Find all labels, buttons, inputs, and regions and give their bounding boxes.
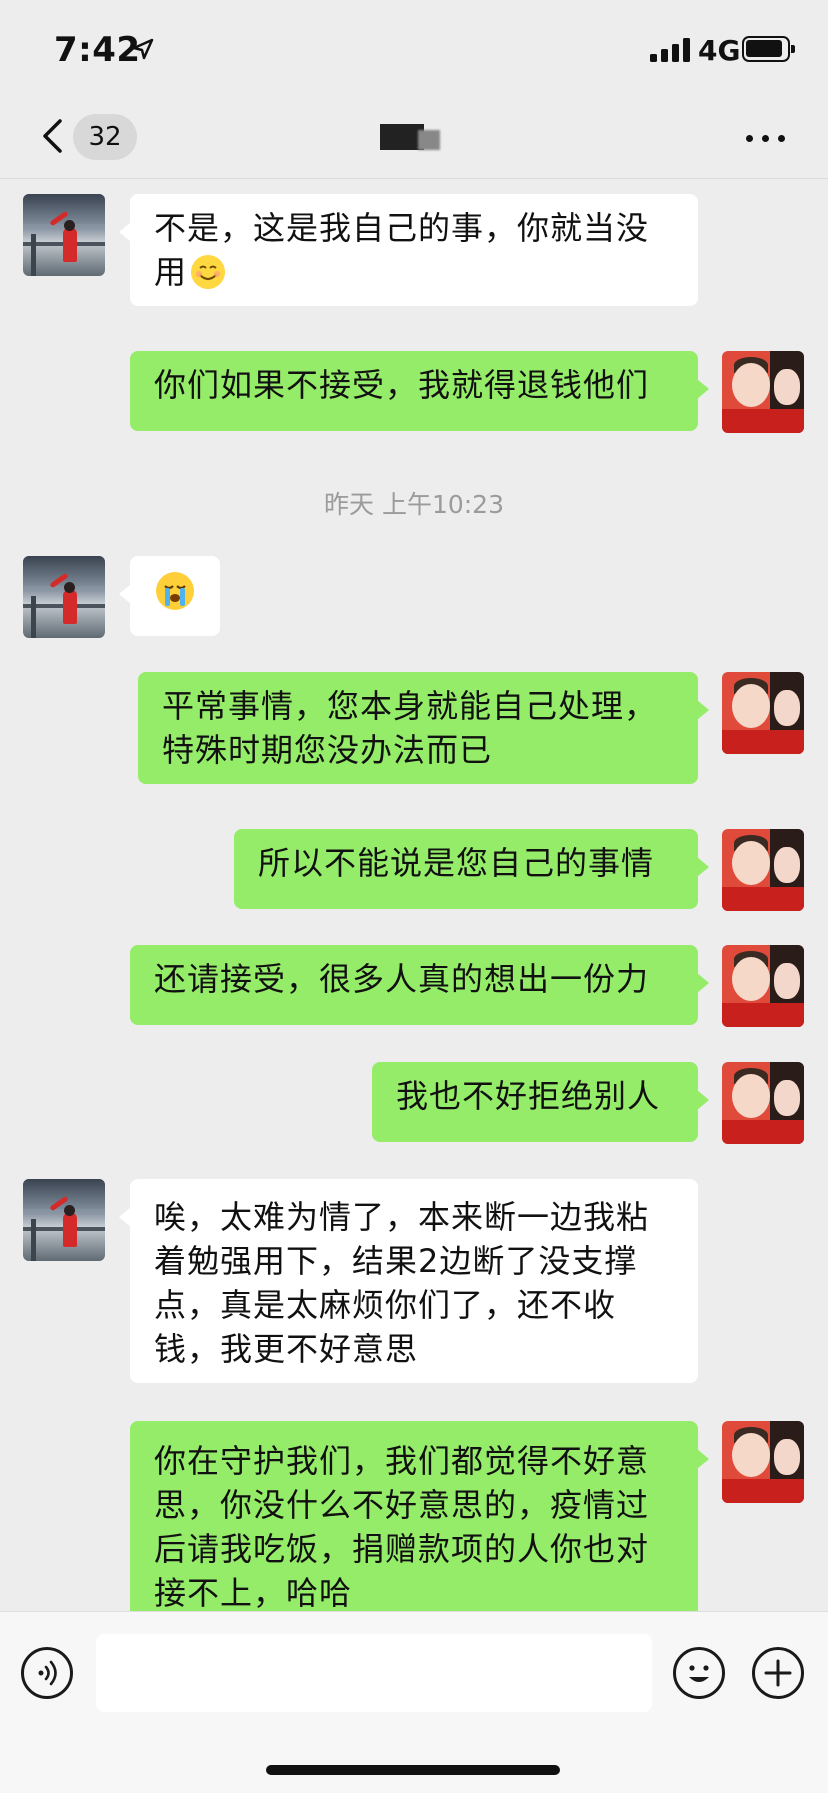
message-text: 所以不能说是您自己的事情 (258, 844, 655, 882)
contact-avatar[interactable] (23, 556, 105, 638)
message-list[interactable]: 不是，这是我自己的事，你就当没用 你们如果不接受，我就得退钱他们 昨天 上午10… (0, 179, 828, 1611)
message-text: 还请接受，很多人真的想出一份力 (154, 960, 650, 998)
smile-emoji-icon (191, 255, 226, 289)
emoji-button[interactable] (673, 1647, 725, 1699)
outgoing-message[interactable]: 我也不好拒绝别人 (372, 1062, 709, 1142)
contact-avatar[interactable] (23, 1179, 105, 1261)
status-bar: 7:42 4G (0, 0, 828, 100)
back-button[interactable]: 32 (30, 108, 140, 164)
network-type: 4G (698, 34, 741, 67)
plus-icon (764, 1659, 792, 1687)
outgoing-message[interactable]: 你们如果不接受，我就得退钱他们 (130, 351, 709, 431)
my-avatar[interactable] (722, 1421, 804, 1503)
home-indicator[interactable] (266, 1765, 560, 1775)
chat-header: 32 (0, 100, 828, 179)
contact-avatar[interactable] (23, 194, 105, 276)
message-text: 唉，太难为情了，本来断一边我粘着勉强用下，结果2边断了没支撑点，真是太麻烦你们了… (154, 1198, 650, 1368)
voice-input-button[interactable] (21, 1647, 73, 1699)
my-avatar[interactable] (722, 1062, 804, 1144)
voice-icon (38, 1660, 57, 1686)
message-text: 不是，这是我自己的事，你就当没用 (154, 209, 650, 291)
censored-contact-name (380, 120, 444, 154)
crying-emoji-icon (156, 572, 194, 610)
message-text: 你们如果不接受，我就得退钱他们 (154, 366, 650, 404)
incoming-message[interactable]: 不是，这是我自己的事，你就当没用 (119, 194, 698, 306)
incoming-message[interactable]: 唉，太难为情了，本来断一边我粘着勉强用下，结果2边断了没支撑点，真是太麻烦你们了… (119, 1179, 698, 1383)
outgoing-message[interactable]: 平常事情，您本身就能自己处理，特殊时期您没办法而已 (138, 672, 709, 784)
more-options-button[interactable] (742, 120, 790, 156)
message-timestamp: 昨天 上午10:23 (324, 490, 504, 519)
outgoing-message[interactable]: 你在守护我们，我们都觉得不好意思，你没什么不好意思的，疫情过后请我吃饭，捐赠款项… (130, 1421, 709, 1611)
location-arrow-icon (132, 38, 154, 60)
my-avatar[interactable] (722, 945, 804, 1027)
battery-icon (742, 36, 795, 62)
my-avatar[interactable] (722, 829, 804, 911)
outgoing-message[interactable]: 还请接受，很多人真的想出一份力 (130, 945, 709, 1025)
outgoing-message[interactable]: 所以不能说是您自己的事情 (234, 829, 709, 909)
message-text: 平常事情，您本身就能自己处理，特殊时期您没办法而已 (162, 687, 658, 769)
unread-count-badge: 32 (73, 114, 137, 160)
chevron-left-icon (43, 119, 62, 153)
status-time: 7:42 (54, 30, 141, 70)
more-functions-button[interactable] (752, 1647, 804, 1699)
message-text: 我也不好拒绝别人 (396, 1077, 661, 1115)
smiley-face-icon (689, 1665, 709, 1682)
my-avatar[interactable] (722, 351, 804, 433)
incoming-message[interactable] (119, 556, 220, 636)
cellular-signal-icon (650, 38, 692, 62)
message-input[interactable] (96, 1634, 652, 1712)
my-avatar[interactable] (722, 672, 804, 754)
message-text: 你在守护我们，我们都觉得不好意思，你没什么不好意思的，疫情过后请我吃饭，捐赠款项… (154, 1442, 650, 1611)
